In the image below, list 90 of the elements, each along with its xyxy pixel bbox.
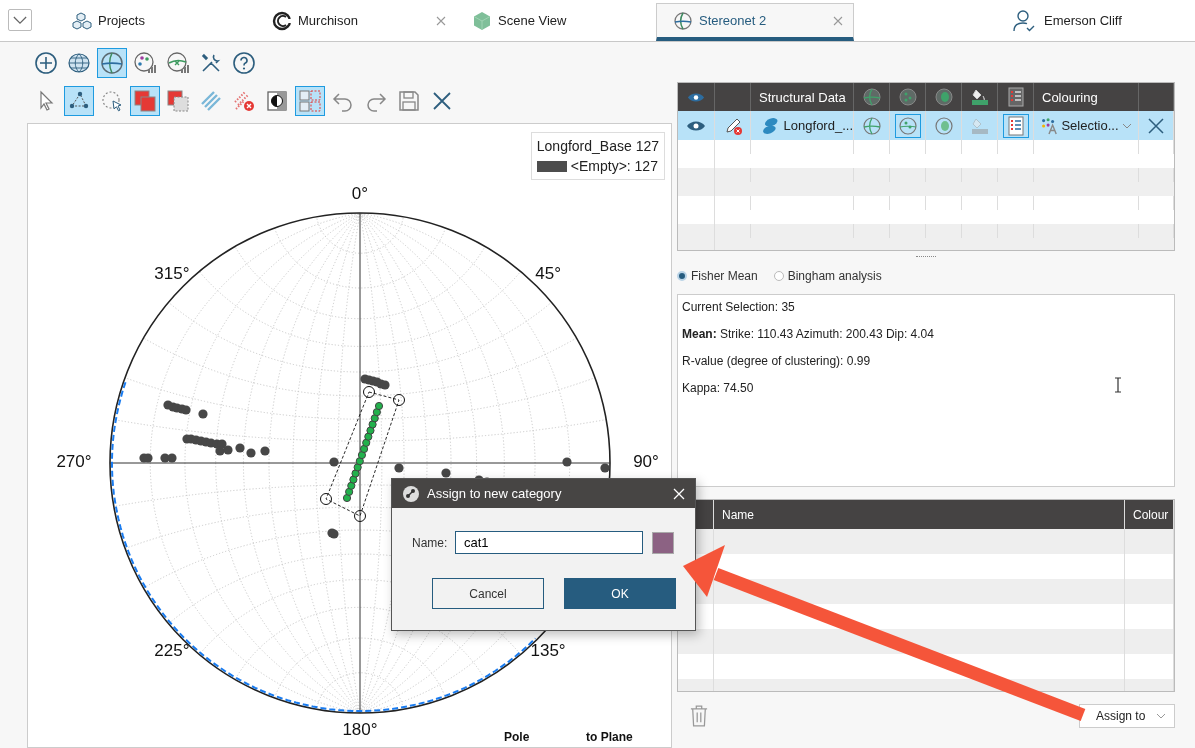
selected-point	[355, 457, 364, 466]
layers-icon	[761, 115, 780, 136]
selected-point	[351, 469, 360, 478]
selected-point	[353, 463, 362, 472]
poles-icon[interactable]	[894, 113, 921, 138]
tab-label: Projects	[98, 13, 146, 28]
cancel-button[interactable]: Cancel	[432, 578, 544, 609]
direction-label: 225°	[154, 640, 190, 660]
app-icon	[402, 484, 420, 503]
colour-swatch[interactable]	[652, 531, 674, 554]
data-point	[441, 468, 451, 478]
result-line: Mean: Strike: 110.43 Azimuth: 200.43 Dip: 4.04	[682, 327, 934, 341]
name-field[interactable]: cat1	[455, 531, 643, 554]
cubes-icon	[72, 10, 92, 31]
data-point	[235, 443, 245, 453]
cube-icon	[472, 10, 492, 31]
data-point	[223, 445, 233, 455]
user-name[interactable]: Emerson Cliff	[1044, 13, 1122, 28]
scatter-colour-icon	[1040, 116, 1059, 135]
selected-point	[366, 426, 375, 435]
user-icon[interactable]	[1012, 8, 1036, 33]
eye-icon	[687, 91, 705, 103]
legend-icon[interactable]	[1002, 113, 1029, 138]
direction-label: 135°	[530, 640, 566, 660]
overlapping-squares-icon[interactable]	[130, 86, 160, 116]
data-point	[329, 457, 339, 467]
dialog-title: Assign to new category	[427, 486, 562, 501]
stereonet-icon	[673, 10, 693, 31]
triangle-nodes-icon[interactable]	[64, 86, 94, 116]
table-row[interactable]: Longford_... Selectio...	[678, 111, 1174, 140]
data-point	[260, 446, 270, 456]
radio-option[interactable]: Fisher Mean	[677, 269, 758, 283]
direction-label: 0°	[351, 184, 369, 204]
selected-point	[347, 481, 356, 490]
assign-dropdown[interactable]: Assign to	[1079, 704, 1175, 728]
direction-label: 270°	[56, 452, 92, 472]
chevron-down-icon	[13, 15, 27, 25]
project-logo-icon	[272, 10, 292, 31]
direction-label: 180°	[342, 720, 378, 740]
data-point	[143, 453, 153, 463]
data-point	[246, 448, 256, 458]
data-point	[198, 409, 208, 419]
legend-icon	[1005, 87, 1026, 107]
result-line: Current Selection: 35	[682, 300, 795, 314]
selected-point	[374, 401, 384, 411]
ok-button[interactable]: OK	[564, 578, 676, 609]
text-cursor-icon	[1114, 377, 1122, 393]
data-point	[380, 380, 390, 390]
selected-point	[368, 420, 377, 429]
axis-caption: to Plane	[586, 730, 633, 744]
tab-label: Murchison	[298, 13, 359, 28]
selection-rectangle[interactable]	[320, 386, 405, 522]
data-point	[181, 405, 191, 415]
tab[interactable]: Murchison	[256, 0, 456, 41]
paint-bucket-icon	[969, 87, 990, 107]
direction-label: 45°	[535, 264, 561, 284]
data-point	[215, 446, 225, 456]
dropdown-button[interactable]	[8, 9, 32, 31]
tab-label: Stereonet 2	[699, 13, 768, 28]
eye-icon[interactable]	[686, 119, 706, 132]
selected-point	[372, 408, 381, 417]
data-point	[394, 463, 404, 473]
result-line: Kappa: 74.50	[682, 381, 754, 395]
tab[interactable]: Stereonet 2	[656, 3, 854, 41]
stereonet-icon	[861, 87, 882, 107]
tab[interactable]: Scene View	[456, 0, 656, 41]
tab-label: Scene View	[498, 13, 568, 28]
legend-label: <Empty>: 127	[570, 157, 658, 176]
contour-icon	[933, 87, 954, 107]
trash-icon[interactable]	[690, 705, 708, 727]
stereonet-icon[interactable]	[97, 48, 127, 78]
result-line: R-value (degree of clustering): 0.99	[682, 354, 871, 368]
tab[interactable]: Projects	[56, 0, 256, 41]
legend-title: Longford_Base 127	[536, 137, 659, 156]
poles-icon	[897, 87, 918, 107]
direction-label: 315°	[154, 264, 190, 284]
close-icon[interactable]	[1148, 117, 1164, 134]
selected-point	[362, 438, 371, 447]
caret-icon	[1121, 122, 1132, 129]
direction-label: 90°	[633, 452, 659, 472]
selected-point	[349, 475, 358, 484]
caret-icon	[1156, 713, 1166, 719]
data-point	[600, 463, 610, 473]
field-label: Name:	[412, 535, 449, 550]
radio-option[interactable]: Bingham analysis	[773, 269, 882, 283]
colouring-dropdown[interactable]: Selectio...	[1036, 116, 1136, 135]
table-cell: Longford_...	[783, 118, 853, 133]
axis-caption: Pole	[504, 730, 530, 744]
data-point	[167, 453, 177, 463]
data-point	[562, 457, 572, 467]
